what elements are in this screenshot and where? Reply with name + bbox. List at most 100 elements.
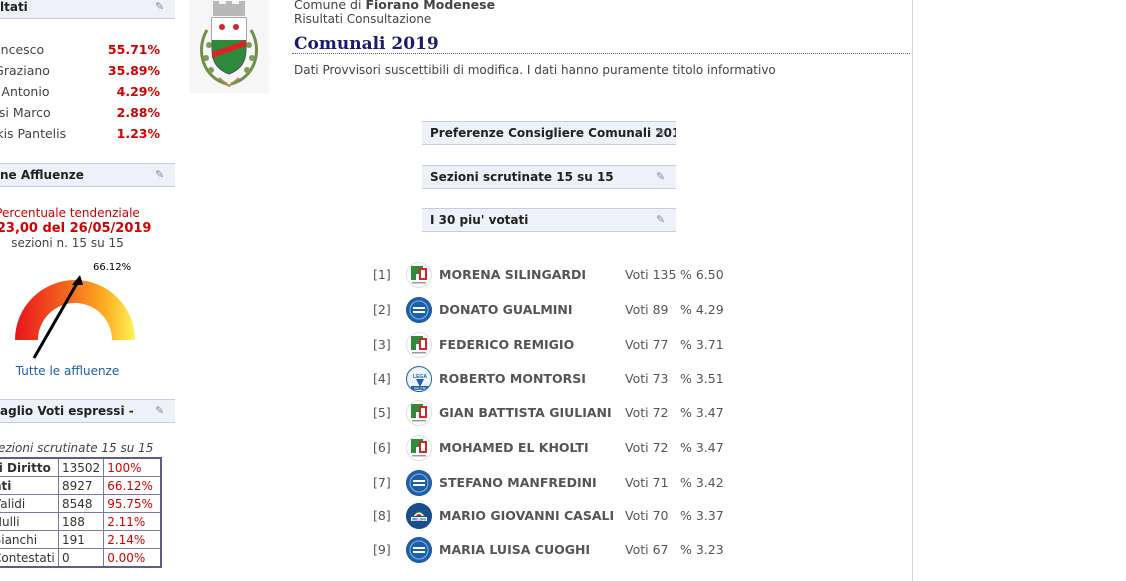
candidate-percentage: 2.88%	[116, 105, 160, 120]
civic-list-logo-icon	[406, 537, 432, 563]
sections-label: Sezioni scrutinate 15 su 15	[430, 170, 614, 184]
candidate-percentage: % 3.71	[680, 337, 724, 352]
sections-panel[interactable]: Sezioni scrutinate 15 su 15 ✎	[422, 165, 676, 189]
table-row: Bianchi 191 2.14%	[0, 530, 162, 549]
edit-pencil-icon[interactable]: ✎	[155, 169, 167, 181]
page-title: Comunali 2019	[294, 34, 439, 54]
edit-pencil-icon[interactable]: ✎	[656, 171, 668, 183]
rank-number: [7]	[373, 475, 391, 490]
svg-text:MELONI: MELONI	[412, 517, 426, 521]
rank-number: [4]	[373, 371, 391, 386]
candidate-result-row: razioli Antonio 4.29%	[0, 84, 160, 105]
title-divider	[292, 53, 910, 54]
votes-value: 13502	[57, 457, 105, 477]
edit-pencil-icon[interactable]: ✎	[155, 1, 167, 13]
votes-value: 191	[57, 530, 105, 549]
turnout-gauge	[15, 275, 135, 359]
gauge-value: 66.12%	[93, 262, 132, 273]
candidate-result-row: astai Graziano 35.89%	[0, 63, 160, 84]
votes-table: ti Diritto 13502 100% nti 8927 66.12% Va…	[0, 457, 163, 568]
table-row: nti 8927 66.12%	[0, 476, 162, 495]
ranking-row: [4] LEGA SALVINI ROBERTO MONTORSI Voti 73 % 3…	[373, 366, 733, 392]
candidate-percentage: % 3.23	[680, 542, 724, 557]
rank-number: [8]	[373, 508, 391, 523]
candidate-votes: Voti 135	[625, 267, 677, 282]
crest-emblem-icon	[200, 1, 258, 88]
candidate-name: MOHAMED EL KHOLTI	[439, 440, 589, 455]
candidate-percentage: 55.71%	[107, 42, 160, 57]
rank-number: [2]	[373, 302, 391, 317]
candidate-name: MORENA SILINGARDI	[439, 267, 587, 282]
edit-pencil-icon[interactable]: ✎	[656, 127, 668, 139]
votes-pct: 2.14%	[103, 530, 162, 549]
candidate-percentage: 1.23%	[116, 126, 160, 141]
lega-party-logo-icon: LEGA SALVINI	[406, 366, 432, 392]
candidate-votes: Voti 89	[625, 302, 669, 317]
ranking-row: [6] MOHAMED EL KHOLTI Voti 72 % 3.47	[373, 435, 733, 461]
votes-label: nti	[0, 476, 59, 495]
rank-number: [3]	[373, 337, 391, 352]
candidate-percentage: 35.89%	[107, 63, 160, 78]
candidate-name: razioli Antonio	[0, 84, 50, 99]
ranking-row: [9] MARIA LUISA CUOGHI Voti 67 % 3.23	[373, 537, 733, 563]
votes-pct: 100%	[103, 457, 162, 477]
top-voted-panel[interactable]: I 30 piu' votati ✎	[422, 208, 676, 232]
votes-value: 188	[57, 512, 105, 531]
svg-text:SALVINI: SALVINI	[414, 386, 426, 390]
table-row: Nulli 188 2.11%	[0, 512, 162, 531]
votes-label: Nulli	[0, 512, 59, 531]
sidebar: ltati ✎ osi Francesco 55.71% astai Grazi…	[0, 0, 175, 581]
ranking-row: [3] FEDERICO REMIGIO Voti 77 % 3.71	[373, 332, 733, 358]
candidate-percentage: 4.29%	[116, 84, 160, 99]
comune-name: Fiorano Modenese	[365, 0, 496, 12]
edit-pencil-icon[interactable]: ✎	[656, 214, 668, 226]
candidate-votes: Voti 67	[625, 542, 669, 557]
candidate-votes: Voti 72	[625, 405, 669, 420]
candidate-name: MARIA LUISA CUOGHI	[439, 542, 591, 557]
candidate-name: ssimakis Pantelis	[0, 126, 67, 141]
candidate-result-row: osi Francesco 55.71%	[0, 42, 160, 63]
candidate-name: marossi Marco	[0, 105, 51, 120]
ranking-row: [1] MORENA SILINGARDI Voti 135% 6.50	[373, 262, 733, 288]
turnout-panel-header[interactable]: ne Affluenze ✎	[0, 163, 175, 187]
table-row: ti Diritto 13502 100%	[0, 457, 162, 477]
votes-header-label: aglio Voti espressi -	[0, 404, 134, 418]
candidate-percentage: % 4.29	[680, 302, 724, 317]
candidate-percentage: % 3.47	[680, 440, 724, 455]
disclaimer: Dati Provvisori suscettibili di modifica…	[294, 63, 776, 77]
votes-pct: 66.12%	[103, 476, 162, 495]
votes-panel-header[interactable]: aglio Voti espressi - ✎	[0, 399, 175, 423]
all-turnout-link[interactable]: Tutte le affluenze	[0, 364, 175, 378]
candidate-name: GIAN BATTISTA GIULIANI	[439, 405, 612, 420]
civic-list-logo-icon	[406, 297, 432, 323]
pd-party-logo-icon	[406, 400, 432, 426]
candidate-votes: Voti 70	[625, 508, 669, 523]
candidate-result-row: ssimakis Pantelis 1.23%	[0, 126, 160, 147]
rank-number: [5]	[373, 405, 391, 420]
gauge-needle-tip	[72, 275, 83, 285]
results-panel-header[interactable]: ltati ✎	[0, 0, 175, 19]
candidate-name: osi Francesco	[0, 42, 45, 57]
comune-prefix: Comune di	[294, 0, 366, 12]
candidate-name: STEFANO MANFREDINI	[439, 475, 597, 490]
candidate-name: FEDERICO REMIGIO	[439, 337, 575, 352]
candidate-percentage: % 3.51	[680, 371, 724, 386]
municipal-crest	[189, 0, 269, 93]
votes-label: Validi	[0, 494, 59, 513]
page-subtitle: Risultati Consultazione	[294, 12, 432, 26]
edit-pencil-icon[interactable]: ✎	[155, 405, 167, 417]
candidate-name: ROBERTO MONTORSI	[439, 371, 586, 386]
candidate-name: astai Graziano	[0, 63, 50, 78]
fdi-party-logo-icon: MELONI	[406, 503, 432, 529]
candidate-percentage: % 6.50	[680, 267, 724, 282]
votes-value: 0	[57, 548, 105, 568]
candidate-percentage: % 3.37	[680, 508, 724, 523]
candidate-percentage: % 3.42	[680, 475, 724, 490]
results-header-label: ltati	[0, 0, 28, 14]
votes-value: 8548	[57, 494, 105, 513]
preferences-panel[interactable]: Preferenze Consigliere Comunali 2019 ✎	[422, 121, 676, 145]
turnout-label: Percentuale tendenziale	[0, 206, 140, 220]
ranking-row: [8] MELONI MARIO GIOVANNI CASALI Voti 70 % 3…	[373, 503, 733, 529]
candidate-name: DONATO GUALMINI	[439, 302, 573, 317]
ranking-row: [2] DONATO GUALMINI Voti 89 % 4.29	[373, 297, 733, 323]
